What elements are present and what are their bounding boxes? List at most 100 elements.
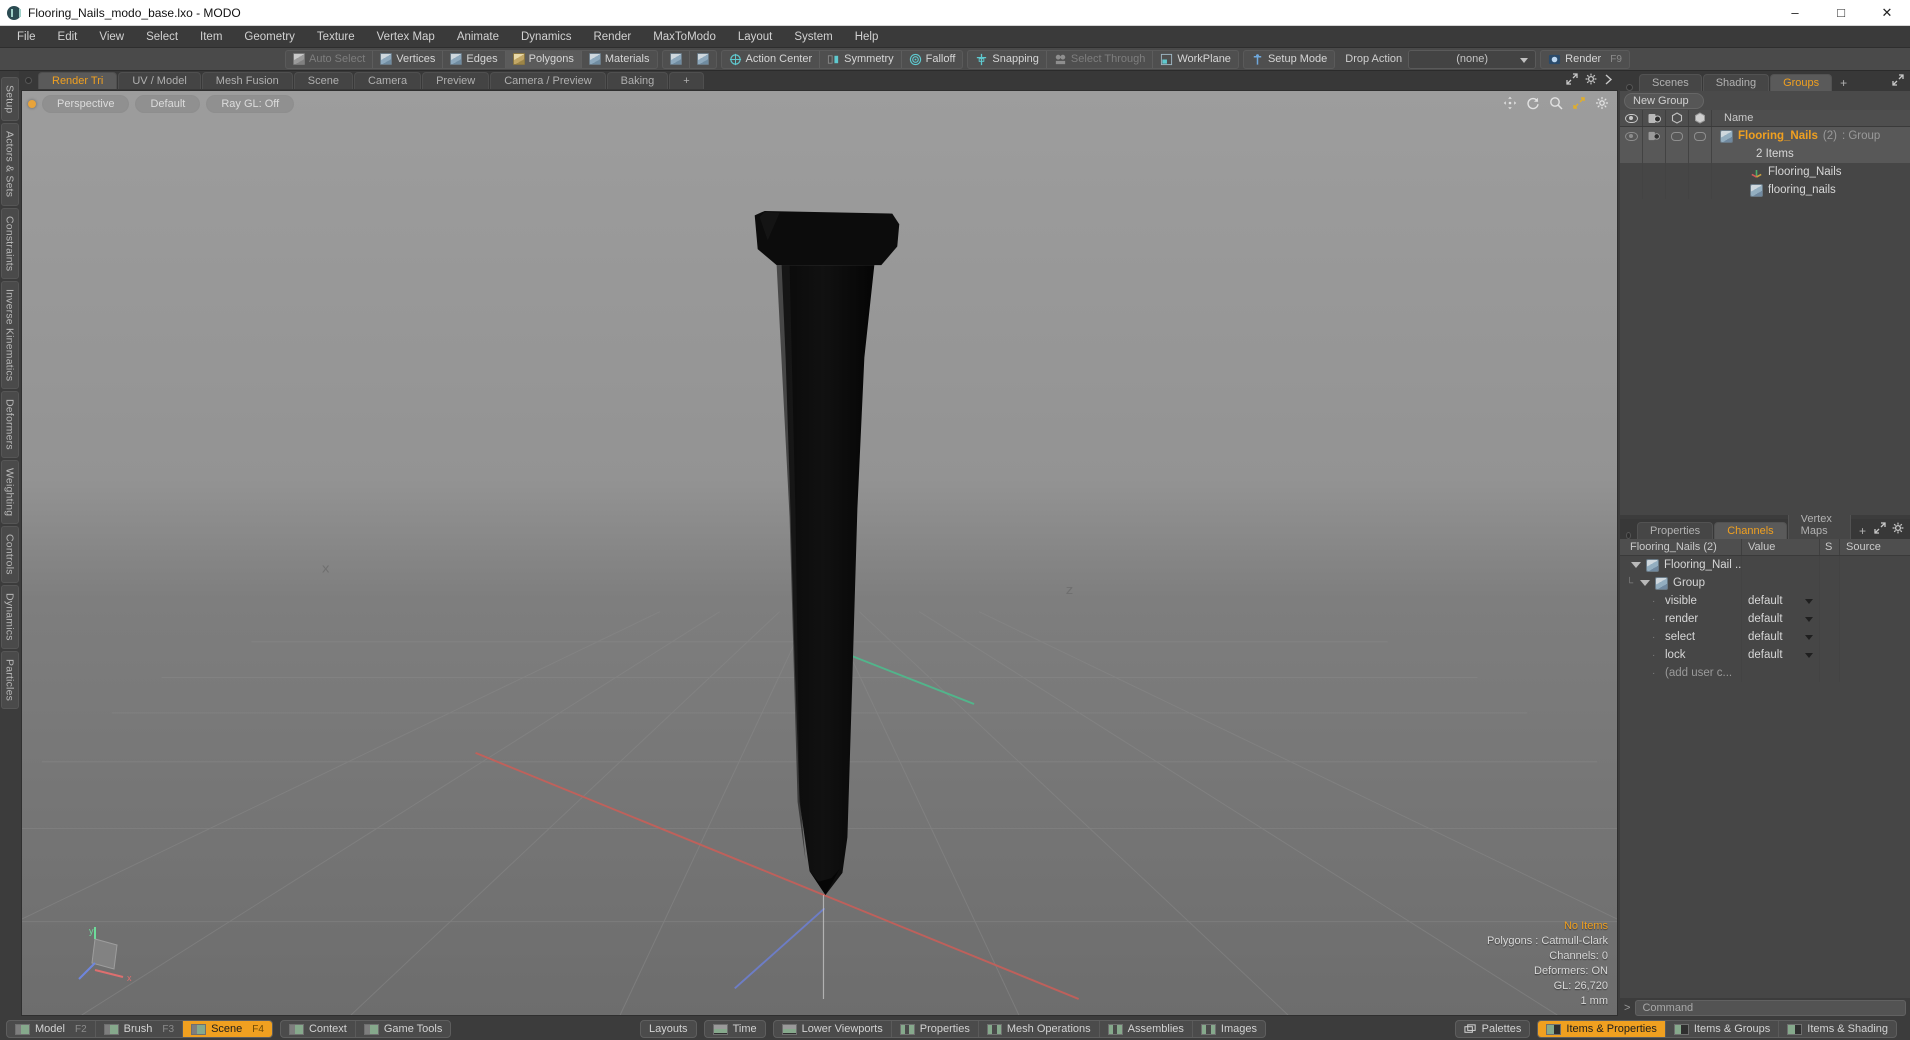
select-through-button[interactable]: Select Through [1047, 50, 1154, 68]
menu-item-edit[interactable]: Edit [47, 28, 89, 46]
row3-lock[interactable] [1689, 181, 1712, 199]
menu-item-help[interactable]: Help [844, 28, 890, 46]
view-mode-button[interactable]: Perspective [42, 95, 130, 113]
time-button[interactable]: Time [705, 1021, 765, 1037]
tab-add-button[interactable]: + [669, 72, 704, 89]
setup-mode-button[interactable]: Setup Mode [1244, 51, 1334, 68]
properties-toggle-button[interactable]: Properties [892, 1021, 979, 1037]
lower-viewports-button[interactable]: Lower Viewports [774, 1021, 892, 1037]
channel-value-cell[interactable]: default [1742, 628, 1820, 646]
materials-button[interactable]: Materials [582, 51, 657, 68]
row-select-toggle[interactable] [1666, 127, 1689, 145]
viewport-menu-dot-icon[interactable] [28, 100, 36, 108]
palettes-button[interactable]: Palettes [1456, 1021, 1530, 1037]
snapping-button[interactable]: Snapping [968, 50, 1047, 68]
action-center-button[interactable]: Action Center [722, 50, 821, 68]
falloff-button[interactable]: Falloff [902, 51, 963, 68]
row2-visible[interactable] [1620, 163, 1643, 181]
close-button[interactable]: ✕ [1864, 0, 1910, 26]
menu-item-dynamics[interactable]: Dynamics [510, 28, 582, 46]
channels-table[interactable]: Flooring_Nail ... └ Group · visible defa… [1620, 556, 1910, 998]
mode-button-brush[interactable]: Brush F3 [96, 1021, 184, 1037]
tab-mesh-fusion[interactable]: Mesh Fusion [201, 72, 293, 89]
channel-value-cell[interactable]: default [1742, 592, 1820, 610]
table-row[interactable]: Flooring_Nails (2) : Group [1620, 127, 1910, 145]
menu-item-geometry[interactable]: Geometry [233, 28, 306, 46]
items-mode-button[interactable] [663, 50, 690, 68]
chevron-right-icon[interactable] [1604, 72, 1613, 90]
drop-action-dropdown[interactable]: (none) [1408, 49, 1537, 69]
rotate-icon[interactable] [1526, 96, 1540, 110]
table-row[interactable]: └ Group [1620, 574, 1910, 592]
table-row[interactable]: Flooring_Nails [1620, 163, 1910, 181]
table-row[interactable]: flooring_nails [1620, 181, 1910, 199]
expand-channels-icon[interactable] [1874, 521, 1886, 539]
tab-properties[interactable]: Properties [1637, 522, 1714, 539]
tab-render-tri[interactable]: Render Tri [38, 72, 118, 89]
workplane-button[interactable]: WorkPlane [1153, 51, 1238, 68]
table-row[interactable]: · (add user c... [1620, 664, 1910, 682]
table-row[interactable]: · lock default [1620, 646, 1910, 664]
menu-item-select[interactable]: Select [135, 28, 189, 46]
sidebar-item-dynamics[interactable]: Dynamics [0, 585, 19, 649]
tab-camera[interactable]: Camera [353, 72, 422, 89]
menu-item-file[interactable]: File [6, 28, 47, 46]
table-row[interactable]: · visible default [1620, 592, 1910, 610]
vertices-button[interactable]: Vertices [373, 50, 444, 68]
tab-preview[interactable]: Preview [422, 72, 490, 89]
row2-select[interactable] [1666, 163, 1689, 181]
layouts-button[interactable]: Layouts [641, 1021, 696, 1037]
tab-scenes[interactable]: Scenes [1639, 74, 1702, 91]
items-shading-button[interactable]: Items & Shading [1779, 1021, 1896, 1037]
menu-item-view[interactable]: View [88, 28, 135, 46]
pivot-mode-button[interactable] [690, 51, 716, 68]
menu-item-system[interactable]: System [783, 28, 843, 46]
table-row[interactable]: · render default [1620, 610, 1910, 628]
mesh-operations-button[interactable]: Mesh Operations [979, 1021, 1100, 1037]
channel-value-cell[interactable]: default [1742, 646, 1820, 664]
viewport-settings-icon[interactable] [1595, 96, 1609, 110]
chevron-down-icon[interactable] [1805, 616, 1813, 622]
shading-mode-button[interactable]: Default [135, 95, 201, 113]
add-panel-tab-button[interactable]: + [1833, 75, 1854, 91]
tab-groups[interactable]: Groups [1770, 74, 1833, 91]
sidebar-item-particles[interactable]: Particles [0, 650, 19, 709]
tab-camera-preview[interactable]: Camera / Preview [490, 72, 606, 89]
symmetry-button[interactable]: Symmetry [820, 50, 902, 68]
gear-icon[interactable] [1585, 72, 1597, 90]
sidebar-item-controls[interactable]: Controls [0, 526, 19, 584]
expand-icon[interactable] [1566, 72, 1578, 90]
row3-select[interactable] [1666, 181, 1689, 199]
row-render-toggle[interactable] [1643, 127, 1666, 145]
menu-item-item[interactable]: Item [189, 28, 233, 46]
polygons-button[interactable]: Polygons [505, 50, 582, 68]
minimize-button[interactable]: – [1772, 0, 1818, 26]
chevron-down-icon[interactable] [1805, 598, 1813, 604]
mode-button-scene[interactable]: Scene F4 [183, 1021, 272, 1037]
game-tools-button[interactable]: Game Tools [356, 1021, 450, 1037]
expand-panel-icon[interactable] [1892, 73, 1904, 91]
mode-button-model[interactable]: Model F2 [7, 1021, 96, 1037]
panel-menu-dot-icon[interactable] [1626, 84, 1633, 91]
sidebar-item-actors-sets[interactable]: Actors & Sets [0, 123, 19, 206]
add-user-channel-label[interactable]: (add user c... [1657, 667, 1732, 679]
chevron-down-icon[interactable] [1640, 580, 1650, 586]
tab-shading[interactable]: Shading [1702, 74, 1770, 91]
auto-select-button[interactable]: Auto Select [286, 50, 374, 68]
chevron-down-icon[interactable] [1805, 634, 1813, 640]
tab-uv-model[interactable]: UV / Model [118, 72, 201, 89]
assemblies-button[interactable]: Assemblies [1100, 1021, 1193, 1037]
sidebar-item-constraints[interactable]: Constraints [0, 207, 19, 279]
menu-item-render[interactable]: Render [582, 28, 642, 46]
edges-button[interactable]: Edges [443, 50, 506, 68]
table-row[interactable]: Flooring_Nail ... [1620, 556, 1910, 574]
channel-value-cell[interactable]: default [1742, 610, 1820, 628]
items-properties-button[interactable]: Items & Properties [1538, 1021, 1666, 1037]
command-input[interactable]: Command [1635, 1000, 1906, 1016]
menu-item-texture[interactable]: Texture [306, 28, 366, 46]
sidebar-item-weighting[interactable]: Weighting [0, 460, 19, 525]
menu-item-animate[interactable]: Animate [446, 28, 510, 46]
maximize-button[interactable]: □ [1818, 0, 1864, 26]
table-row[interactable]: · select default [1620, 628, 1910, 646]
tab-channels[interactable]: Channels [1714, 522, 1787, 539]
